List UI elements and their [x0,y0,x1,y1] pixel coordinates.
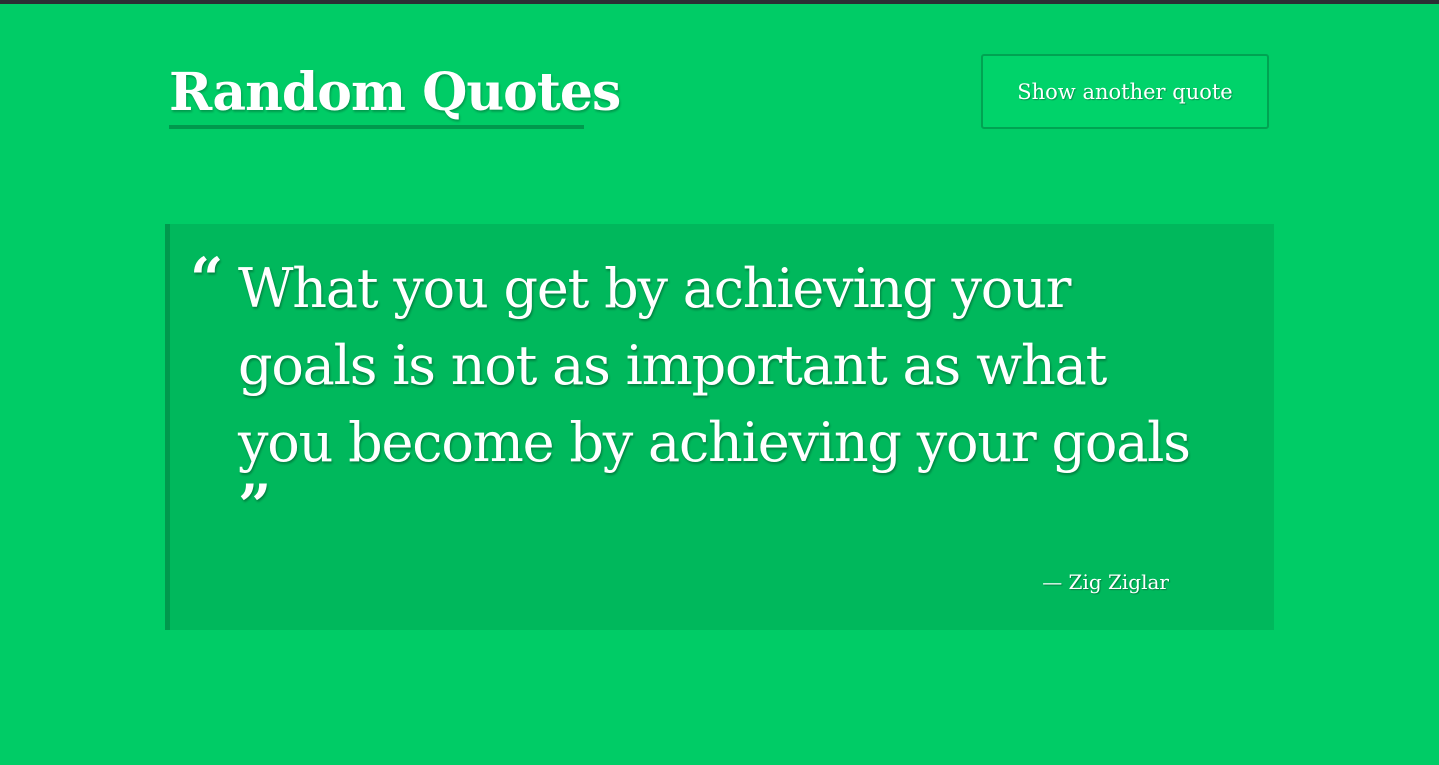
page-title[interactable]: Random Quotes [169,60,621,126]
show-another-quote-button[interactable]: Show another quote [981,54,1269,129]
title-underline [169,125,584,129]
quote-text-block: What you get by achieving your goals is … [238,250,1198,558]
open-quote-icon: “ [190,245,224,313]
quote-author: — Zig Ziglar [1042,570,1169,594]
quote-text: What you get by achieving your goals is … [238,257,1191,474]
close-quote-icon: ” [238,472,272,540]
window-top-bar [0,0,1439,4]
quote-card: “ What you get by achieving your goals i… [165,224,1274,630]
